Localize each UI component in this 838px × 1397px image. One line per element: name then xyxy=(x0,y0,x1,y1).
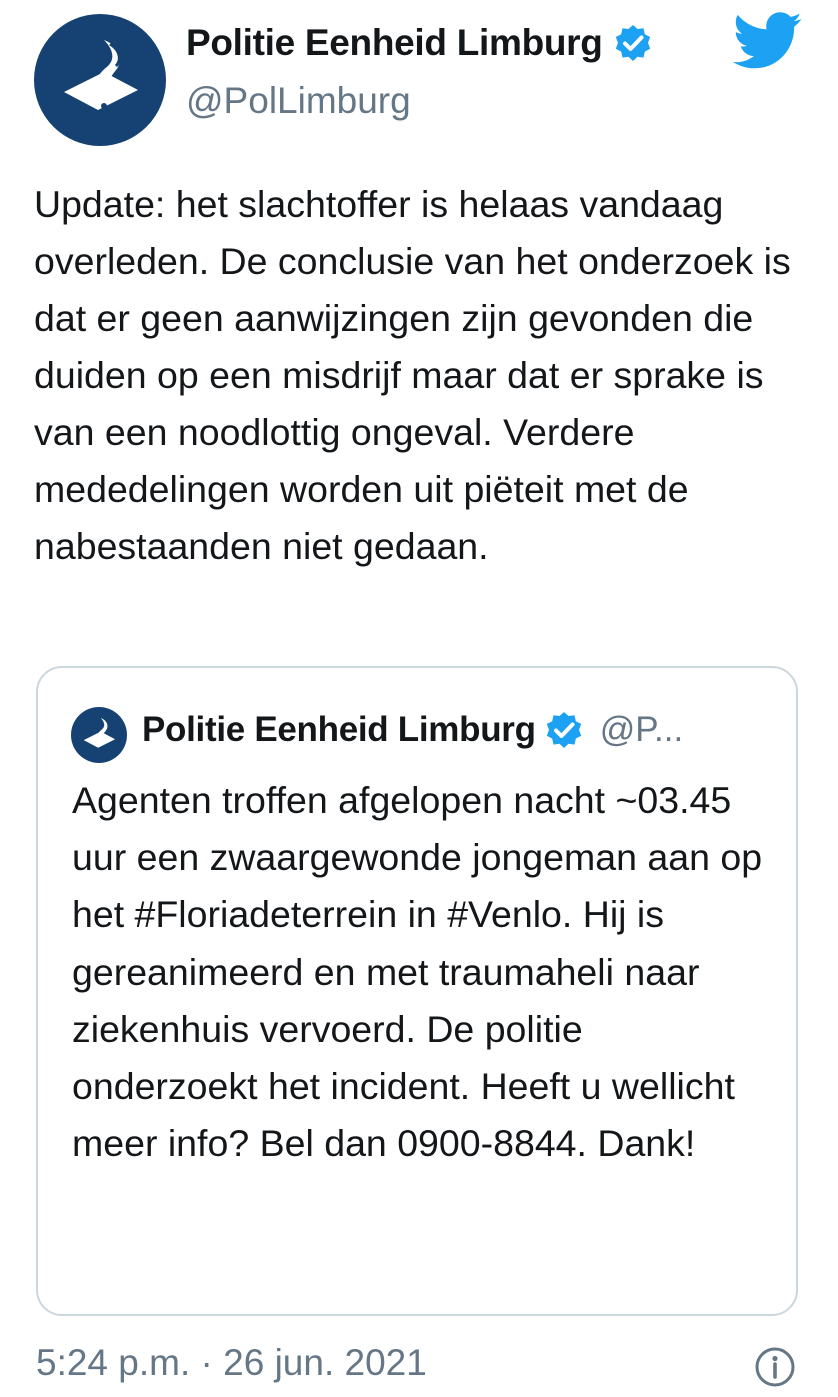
info-icon[interactable] xyxy=(754,1346,796,1388)
verified-badge-icon xyxy=(615,25,650,61)
author-handle[interactable]: @PolLimburg xyxy=(186,80,411,122)
tweet-timestamp[interactable]: 5:24 p.m. · 26 jun. 2021 xyxy=(36,1342,427,1384)
quoted-author-name: Politie Eenheid Limburg xyxy=(142,710,536,749)
tweet-text: Update: het slachtoffer is helaas vandaa… xyxy=(34,183,791,567)
police-logo-icon xyxy=(64,40,138,110)
author-avatar[interactable] xyxy=(34,14,166,146)
quoted-tweet-text: Agenten troffen afgelopen nacht ~03.45 u… xyxy=(72,779,763,1165)
tweet-footer: 5:24 p.m. · 26 jun. 2021 xyxy=(36,1338,802,1388)
quoted-author-avatar xyxy=(71,707,127,763)
twitter-bird-icon[interactable] xyxy=(733,12,803,70)
quoted-author-row: Politie Eenheid Limburg @P... xyxy=(142,710,683,750)
quoted-author-handle: @P... xyxy=(599,710,684,749)
tweet-header: Politie Eenheid Limburg @PolLimburg xyxy=(0,0,838,160)
author-name[interactable]: Politie Eenheid Limburg xyxy=(186,22,603,64)
author-name-row: Politie Eenheid Limburg xyxy=(186,22,653,64)
verified-badge-icon xyxy=(546,712,581,748)
police-logo-icon xyxy=(83,718,116,748)
quoted-tweet-card[interactable]: Politie Eenheid Limburg @P... Agenten tr… xyxy=(36,666,798,1316)
